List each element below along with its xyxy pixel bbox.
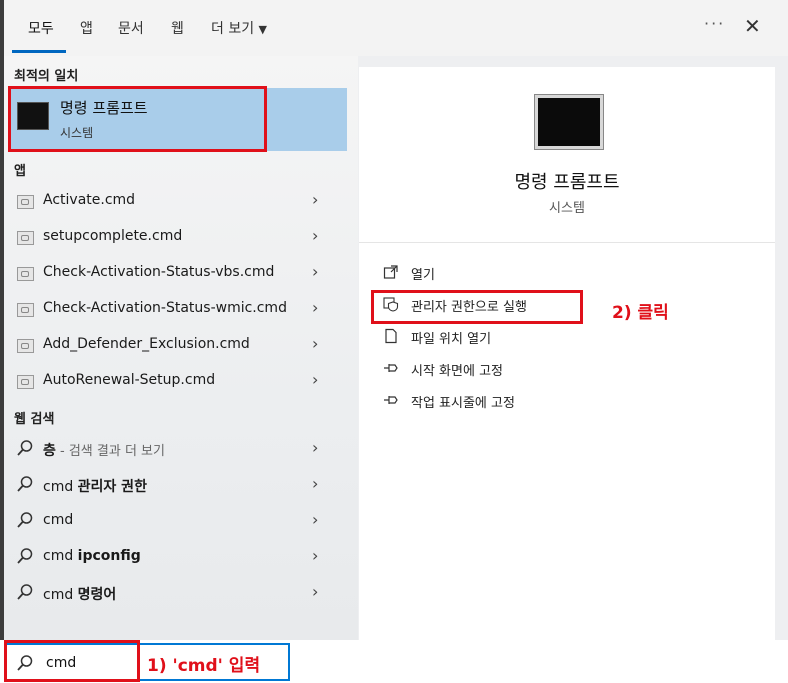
chevron-right-icon[interactable]: › xyxy=(312,474,318,493)
web-suggestion-label: cmd 관리자 권한 xyxy=(43,476,147,496)
list-item[interactable]: cmd 관리자 권한 › xyxy=(8,467,347,503)
chevron-right-icon[interactable]: › xyxy=(312,226,318,245)
list-item[interactable]: Check-Activation-Status-wmic.cmd › xyxy=(8,291,347,327)
tab-web[interactable]: 웹 xyxy=(171,18,184,38)
chevron-right-icon[interactable]: › xyxy=(312,298,318,317)
query-prefix: cmd xyxy=(43,587,78,603)
app-label: Activate.cmd xyxy=(43,192,136,208)
chevron-right-icon[interactable]: › xyxy=(312,370,318,389)
chevron-right-icon[interactable]: › xyxy=(312,334,318,353)
query-prefix: cmd xyxy=(43,479,78,495)
action-pin-start[interactable]: 시작 화면에 고정 xyxy=(380,356,760,384)
divider xyxy=(359,242,775,243)
list-item[interactable]: 층 - 검색 결과 더 보기 › xyxy=(8,431,347,467)
list-item[interactable]: AutoRenewal-Setup.cmd › xyxy=(8,363,347,399)
chevron-right-icon[interactable]: › xyxy=(312,582,318,601)
action-pin-taskbar[interactable]: 작업 표시줄에 고정 xyxy=(380,388,760,416)
list-item[interactable]: cmd 명령어 › xyxy=(8,575,347,611)
chevron-right-icon[interactable]: › xyxy=(312,190,318,209)
action-label: 파일 위치 열기 xyxy=(411,332,492,347)
list-item[interactable]: Check-Activation-Status-vbs.cmd › xyxy=(8,255,347,291)
script-file-icon xyxy=(17,339,34,353)
preview-pane xyxy=(359,67,775,640)
chevron-down-icon: ▼ xyxy=(258,23,268,36)
annotation-box-run-as-admin xyxy=(371,290,583,324)
preview-title: 명령 프롬프트 xyxy=(514,172,620,193)
query-suffix: - 검색 결과 더 보기 xyxy=(55,444,165,459)
search-icon xyxy=(17,440,33,456)
list-item[interactable]: Activate.cmd › xyxy=(8,183,347,219)
chevron-right-icon[interactable]: › xyxy=(312,510,318,529)
script-file-icon xyxy=(17,375,34,389)
search-icon xyxy=(17,548,33,564)
action-label: 시작 화면에 고정 xyxy=(411,364,503,379)
list-item[interactable]: Add_Defender_Exclusion.cmd › xyxy=(8,327,347,363)
search-icon xyxy=(17,476,33,492)
script-file-icon xyxy=(17,195,34,209)
search-icon xyxy=(17,584,33,600)
script-file-icon xyxy=(17,231,34,245)
query-prefix: cmd xyxy=(43,512,74,528)
file-icon xyxy=(385,328,397,344)
list-item[interactable]: cmd ipconfig › xyxy=(8,539,347,575)
tab-more-label: 더 보기 xyxy=(211,21,255,37)
app-label: Check-Activation-Status-vbs.cmd xyxy=(43,264,275,280)
more-options-icon[interactable]: ··· xyxy=(704,14,725,33)
query-highlight: 관리자 권한 xyxy=(77,479,147,495)
tab-all[interactable]: 모두 xyxy=(28,18,54,38)
query-highlight: 층 xyxy=(43,443,56,459)
tab-apps[interactable]: 앱 xyxy=(80,18,93,38)
annotation-box-search xyxy=(4,640,140,682)
query-highlight: 명령어 xyxy=(77,587,117,603)
app-label: setupcomplete.cmd xyxy=(43,228,183,244)
search-icon xyxy=(17,512,33,528)
list-item[interactable]: cmd › xyxy=(8,503,347,539)
action-open-file-location[interactable]: 파일 위치 열기 xyxy=(380,324,760,352)
chevron-right-icon[interactable]: › xyxy=(312,546,318,565)
web-suggestion-label: cmd xyxy=(43,512,73,528)
pin-icon xyxy=(384,364,398,372)
chevron-right-icon[interactable]: › xyxy=(312,438,318,457)
app-label: Add_Defender_Exclusion.cmd xyxy=(43,336,250,352)
web-suggestion-label: 층 - 검색 결과 더 보기 xyxy=(43,440,165,460)
app-label: AutoRenewal-Setup.cmd xyxy=(43,372,216,388)
script-file-icon xyxy=(17,303,34,317)
action-label: 작업 표시줄에 고정 xyxy=(411,396,515,411)
script-file-icon xyxy=(17,267,34,281)
web-suggestion-label: cmd ipconfig xyxy=(43,548,141,564)
tab-more[interactable]: 더 보기 ▼ xyxy=(211,18,267,38)
query-highlight: ipconfig xyxy=(77,548,141,564)
list-item[interactable]: setupcomplete.cmd › xyxy=(8,219,347,255)
web-suggestion-label: cmd 명령어 xyxy=(43,584,116,604)
query-prefix: cmd xyxy=(43,548,78,564)
app-label: Check-Activation-Status-wmic.cmd xyxy=(43,300,287,316)
command-prompt-icon xyxy=(535,95,603,149)
active-tab-indicator xyxy=(12,50,66,53)
open-icon xyxy=(383,265,398,279)
section-web-search: 웹 검색 xyxy=(14,412,55,427)
chevron-right-icon[interactable]: › xyxy=(312,262,318,281)
annotation-box-best-match xyxy=(8,86,267,152)
annotation-step1: 1) 'cmd' 입력 xyxy=(147,656,261,676)
annotation-step2: 2) 클릭 xyxy=(612,303,669,323)
action-open[interactable]: 열기 xyxy=(380,260,760,288)
close-icon[interactable]: ✕ xyxy=(744,14,761,38)
preview-subtitle: 시스템 xyxy=(549,201,585,216)
action-label: 열기 xyxy=(411,268,435,283)
section-best-match: 최적의 일치 xyxy=(14,69,79,84)
pin-icon xyxy=(384,396,398,404)
tab-documents[interactable]: 문서 xyxy=(118,18,144,38)
section-apps: 앱 xyxy=(14,164,26,179)
